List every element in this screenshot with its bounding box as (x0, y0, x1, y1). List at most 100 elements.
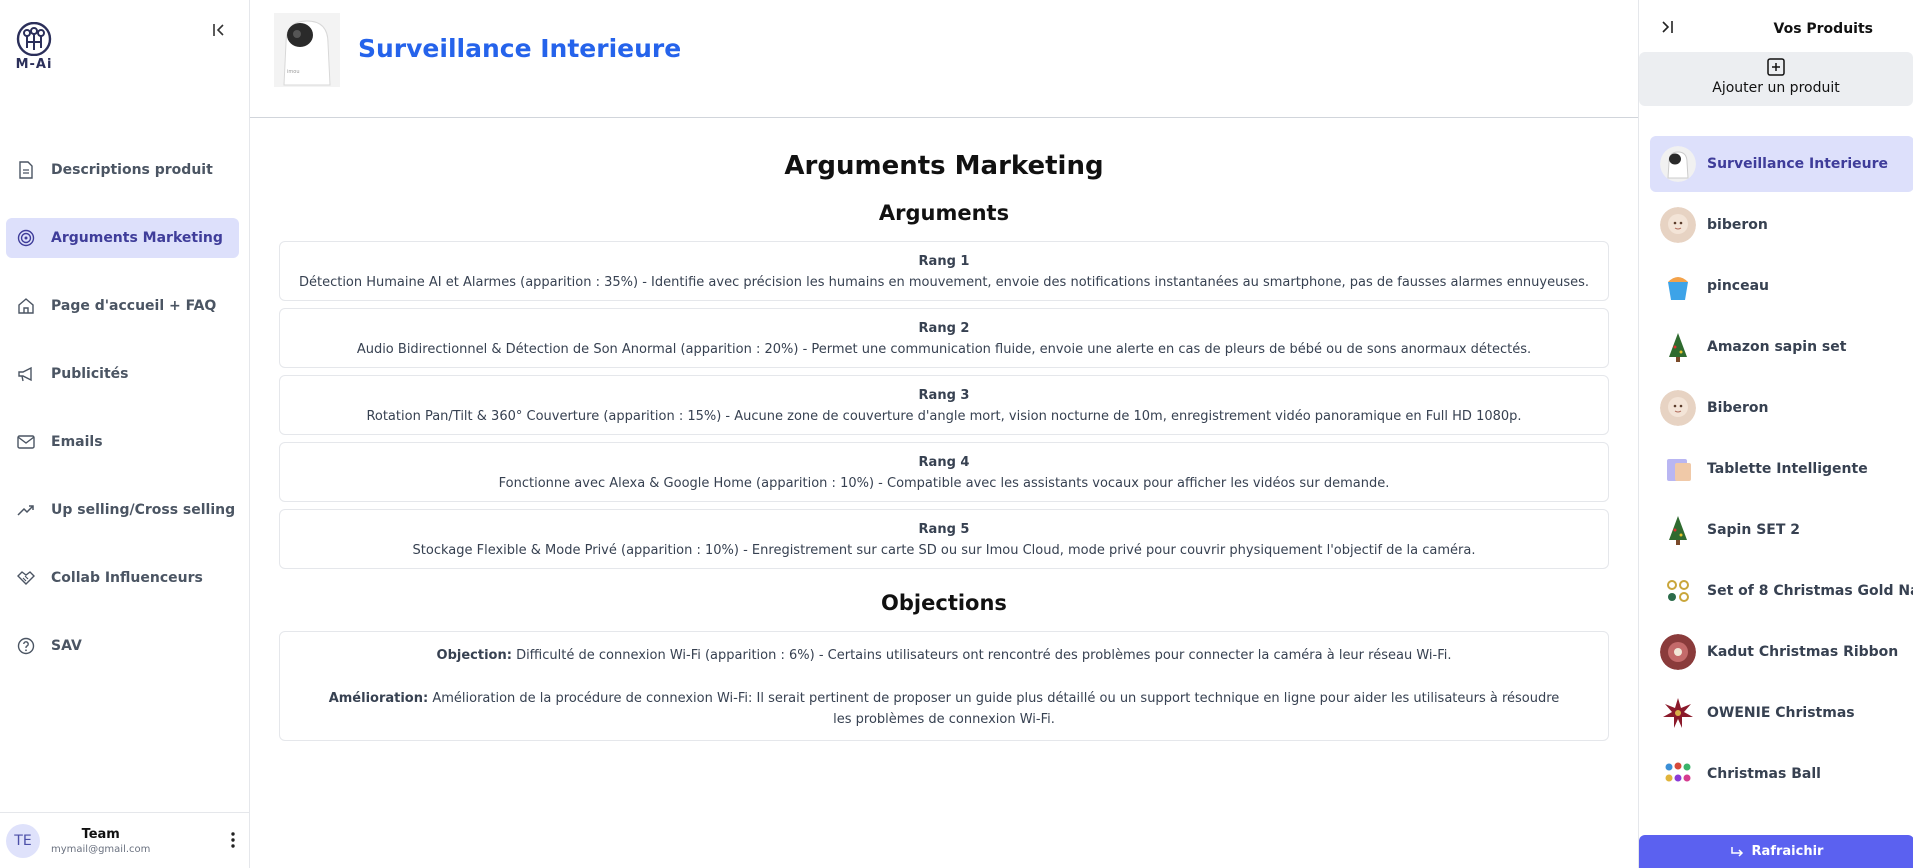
product-name: OWENIE Christmas (1707, 705, 1855, 721)
objection-text: Difficulté de connexion Wi-Fi (apparitio… (516, 648, 1452, 663)
product-name: Surveillance Interieure (1707, 156, 1888, 172)
user-info: Team mymail@gmail.com (51, 827, 150, 855)
product-name: Amazon sapin set (1707, 339, 1847, 355)
home-icon (16, 296, 36, 316)
improvement-text: Amélioration de la procédure de connexio… (432, 691, 1560, 727)
collapse-right-icon (1662, 21, 1673, 33)
products-list: Surveillance Interieure biberon pinceau … (1650, 136, 1913, 807)
sidebar-item-upselling[interactable]: Up selling/Cross selling (6, 490, 239, 530)
product-name: biberon (1707, 217, 1768, 233)
argument-rank: Rang 2 (918, 321, 970, 336)
document-icon (16, 160, 36, 180)
help-circle-icon (16, 636, 36, 656)
product-item[interactable]: Kadut Christmas Ribbon (1650, 624, 1913, 680)
target-icon (16, 228, 36, 248)
sidebar-item-influencers[interactable]: Collab Influenceurs (6, 558, 239, 598)
argument-rank: Rang 1 (918, 254, 970, 269)
objection-label: Objection: (436, 648, 512, 663)
sidebar-item-ads[interactable]: Publicités (6, 354, 239, 394)
refresh-label: Rafraichir (1751, 844, 1824, 859)
product-item[interactable]: Christmas Ball (1650, 746, 1913, 802)
brain-logo-icon (16, 22, 52, 56)
argument-card: Rang 5 Stockage Flexible & Mode Privé (a… (279, 509, 1609, 569)
products-panel-title: Vos Produits (1773, 21, 1874, 37)
camera-product-icon: imou (274, 12, 340, 87)
collapse-panel-button[interactable] (1661, 19, 1675, 38)
argument-text: Détection Humaine AI et Alarmes (apparit… (298, 275, 1590, 290)
argument-rank: Rang 3 (918, 388, 970, 403)
flower-thumbnail-icon (1660, 695, 1696, 731)
product-item[interactable]: Biberon (1650, 380, 1913, 436)
cupcake-thumbnail-icon (1660, 268, 1696, 304)
sidebar-item-label: Arguments Marketing (51, 230, 223, 246)
product-header: imou Surveillance Interieure (250, 0, 1638, 118)
collapse-left-icon (213, 24, 224, 36)
product-name: Kadut Christmas Ribbon (1707, 644, 1899, 660)
argument-card: Rang 2 Audio Bidirectionnel & Détection … (279, 308, 1609, 368)
products-panel-header: Vos Produits (1639, 0, 1913, 52)
trending-up-icon (16, 500, 36, 520)
tree-thumbnail-icon (1660, 329, 1696, 365)
product-item[interactable]: Surveillance Interieure (1650, 136, 1913, 192)
handshake-icon (16, 568, 36, 588)
argument-text: Rotation Pan/Tilt & 360° Couverture (app… (366, 409, 1522, 424)
more-vertical-icon (231, 832, 235, 848)
sidebar-item-label: Publicités (51, 366, 129, 382)
refresh-icon (1730, 846, 1743, 857)
product-name: pinceau (1707, 278, 1769, 294)
sidebar-item-label: SAV (51, 638, 82, 654)
sidebar-item-label: Emails (51, 434, 103, 450)
main-content: imou Surveillance Interieure Arguments M… (250, 0, 1638, 868)
arguments-list: Rang 1 Détection Humaine AI et Alarmes (… (279, 241, 1609, 569)
doll-thumbnail-icon (1660, 207, 1696, 243)
refresh-button[interactable]: Rafraichir (1639, 835, 1913, 868)
sidebar-item-label: Collab Influenceurs (51, 570, 203, 586)
product-item[interactable]: Sapin SET 2 (1650, 502, 1913, 558)
argument-rank: Rang 4 (918, 455, 970, 470)
sidebar-item-homepage[interactable]: Page d'accueil + FAQ (6, 286, 239, 326)
objections-heading: Objections (881, 591, 1007, 615)
product-title: Surveillance Interieure (358, 34, 682, 63)
arguments-heading: Arguments (878, 201, 1010, 225)
product-item[interactable]: biberon (1650, 197, 1913, 253)
camera-thumbnail-icon (1660, 146, 1696, 182)
sidebar-item-emails[interactable]: Emails (6, 422, 239, 462)
sidebar-item-sav[interactable]: SAV (6, 626, 239, 666)
product-name: Tablette Intelligente (1707, 461, 1868, 477)
arguments-content: Arguments Marketing Arguments Rang 1 Dét… (279, 118, 1609, 741)
logo[interactable]: M-Ai (12, 22, 56, 72)
product-item[interactable]: Set of 8 Christmas Gold Napkin Rings (1650, 563, 1913, 619)
product-item[interactable]: Amazon sapin set (1650, 319, 1913, 375)
product-image: imou (272, 12, 342, 87)
sidebar-item-descriptions[interactable]: Descriptions produit (6, 150, 239, 190)
product-name: Christmas Ball (1707, 766, 1821, 782)
improvement-line: Amélioration: Amélioration de la procédu… (320, 688, 1568, 730)
svg-text:imou: imou (287, 69, 300, 75)
plus-square-icon (1767, 58, 1785, 76)
product-item[interactable]: OWENIE Christmas (1650, 685, 1913, 741)
argument-text: Audio Bidirectionnel & Détection de Son … (356, 342, 1532, 357)
user-profile: TE Team mymail@gmail.com (0, 812, 249, 868)
add-product-label: Ajouter un produit (1712, 80, 1840, 96)
improvement-label: Amélioration: (328, 691, 429, 706)
argument-card: Rang 3 Rotation Pan/Tilt & 360° Couvertu… (279, 375, 1609, 435)
argument-text: Fonctionne avec Alexa & Google Home (app… (498, 476, 1390, 491)
product-item[interactable]: pinceau (1650, 258, 1913, 314)
ornaments-thumbnail-icon (1660, 756, 1696, 792)
sidebar-item-arguments[interactable]: Arguments Marketing (6, 218, 239, 258)
sidebar-item-label: Descriptions produit (51, 162, 213, 178)
tree-thumbnail-icon (1660, 512, 1696, 548)
sidebar-item-label: Up selling/Cross selling (51, 502, 236, 518)
napkin-rings-thumbnail-icon (1660, 573, 1696, 609)
page-title: Arguments Marketing (784, 151, 1104, 181)
product-name: Biberon (1707, 400, 1769, 416)
more-options-button[interactable] (231, 832, 235, 852)
product-item[interactable]: Tablette Intelligente (1650, 441, 1913, 497)
user-email: mymail@gmail.com (51, 843, 151, 855)
collapse-sidebar-button[interactable] (208, 19, 230, 41)
ribbon-thumbnail-icon (1660, 634, 1696, 670)
argument-card: Rang 1 Détection Humaine AI et Alarmes (… (279, 241, 1609, 301)
avatar[interactable]: TE (6, 823, 40, 858)
add-product-button[interactable]: Ajouter un produit (1639, 52, 1913, 106)
argument-text: Stockage Flexible & Mode Privé (appariti… (412, 543, 1476, 558)
